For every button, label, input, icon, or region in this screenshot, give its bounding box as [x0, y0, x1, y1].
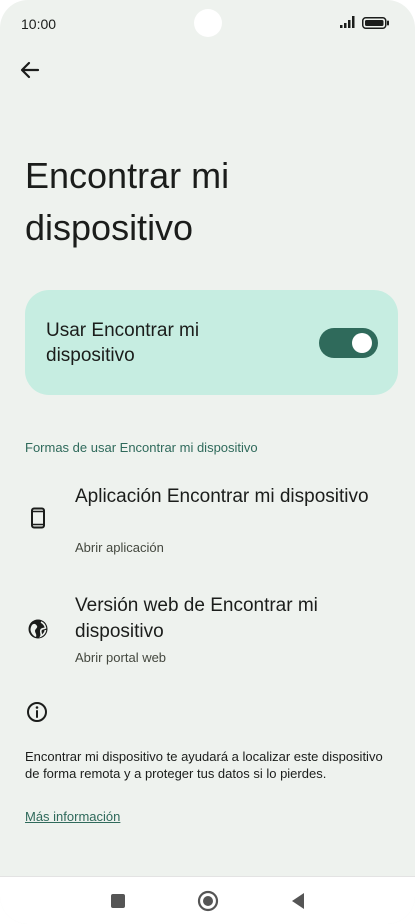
back-arrow-icon[interactable]	[16, 56, 44, 84]
toggle-switch[interactable]	[319, 328, 378, 358]
page-title: Encontrar mi dispositivo	[25, 155, 230, 248]
home-circle-icon[interactable]	[196, 889, 220, 913]
status-bar: 10:00	[0, 0, 415, 48]
signal-icon	[340, 16, 355, 28]
section-header: Formas de usar Encontrar mi dispositivo	[25, 440, 258, 455]
globe-icon	[28, 619, 48, 639]
info-icon	[27, 702, 47, 722]
phone-screen: 10:00 Encontrar mi dispositivo Usar Enco…	[0, 0, 415, 924]
toggle-label: Usar Encontrar mi dispositivo	[46, 320, 200, 366]
use-find-my-device-toggle-card[interactable]: Usar Encontrar mi dispositivo	[25, 290, 398, 395]
list-item-web[interactable]: Versión web de Encontrar mi dispositivo …	[0, 593, 415, 683]
battery-icon	[362, 17, 389, 29]
item-title: Aplicación Encontrar mi dispositivo	[75, 486, 369, 507]
list-item-app[interactable]: Aplicación Encontrar mi dispositivo Abri…	[0, 484, 415, 574]
item-title: Versión web de Encontrar mi dispositivo	[75, 595, 318, 642]
status-time: 10:00	[21, 16, 57, 32]
more-info-link[interactable]: Más información	[25, 809, 120, 824]
switch-thumb	[352, 333, 372, 353]
item-subtitle: Abrir portal web	[75, 650, 167, 665]
camera-cutout	[194, 9, 222, 37]
item-subtitle: Abrir aplicación	[75, 540, 164, 555]
phone-icon	[31, 507, 45, 529]
back-triangle-icon[interactable]	[286, 889, 310, 913]
navigation-bar	[0, 876, 415, 924]
info-description: Encontrar mi dispositivo te ayudará a lo…	[25, 749, 383, 781]
recents-square-icon[interactable]	[106, 889, 130, 913]
